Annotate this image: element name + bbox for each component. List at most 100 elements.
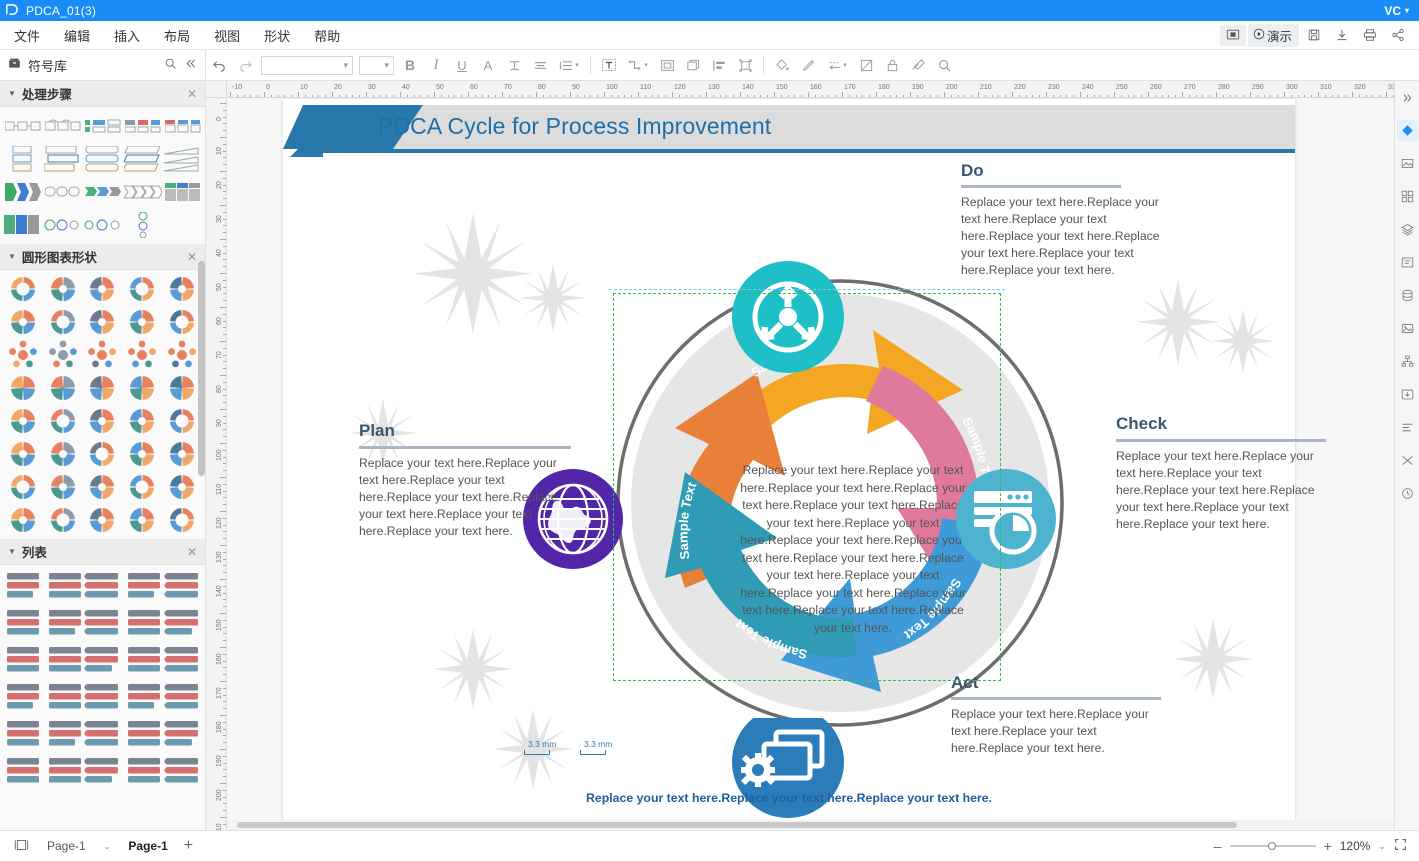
shape-thumb[interactable] xyxy=(163,309,201,335)
canvas-horizontal-scrollbar[interactable] xyxy=(227,820,1394,830)
shape-thumb[interactable] xyxy=(123,571,161,601)
shape-thumb[interactable] xyxy=(44,571,82,601)
shape-thumb[interactable] xyxy=(44,212,82,238)
text-box-icon[interactable] xyxy=(597,54,621,76)
shape-thumb[interactable] xyxy=(84,507,122,533)
section-lists-header[interactable]: ▼ 列表 ✕ xyxy=(0,539,205,565)
database-icon[interactable] xyxy=(1397,285,1418,306)
shape-thumb[interactable] xyxy=(84,309,122,335)
zoom-slider-knob[interactable] xyxy=(1267,842,1276,850)
notes-icon[interactable] xyxy=(1397,417,1418,438)
italic-icon[interactable]: I xyxy=(424,54,448,76)
container-icon[interactable] xyxy=(655,54,679,76)
shape-thumb[interactable] xyxy=(123,375,161,401)
redo-icon[interactable] xyxy=(233,54,257,76)
shape-thumb[interactable] xyxy=(4,276,42,302)
shape-thumb[interactable] xyxy=(84,276,122,302)
shape-thumb[interactable] xyxy=(4,756,42,786)
fill-icon[interactable] xyxy=(770,54,794,76)
shape-thumb[interactable] xyxy=(123,276,161,302)
export-icon[interactable] xyxy=(1397,384,1418,405)
shape-thumb[interactable] xyxy=(123,507,161,533)
frame-icon[interactable] xyxy=(1397,252,1418,273)
distribute-icon[interactable] xyxy=(707,54,731,76)
menu-insert[interactable]: 插入 xyxy=(104,23,150,48)
shape-thumb[interactable] xyxy=(84,408,122,434)
shape-thumb[interactable] xyxy=(84,682,122,712)
align-icon[interactable] xyxy=(528,54,552,76)
shape-thumb[interactable] xyxy=(124,179,162,205)
text-effect-icon[interactable] xyxy=(502,54,526,76)
shape-thumb[interactable] xyxy=(4,179,42,205)
shape-thumb[interactable] xyxy=(124,113,162,139)
shape-thumb[interactable] xyxy=(44,146,82,172)
menu-layout[interactable]: 布局 xyxy=(154,23,200,48)
shape-thumb[interactable] xyxy=(84,146,122,172)
font-size-select[interactable]: ▾ xyxy=(359,55,394,75)
shape-thumb[interactable] xyxy=(84,212,122,238)
chevron-down-icon[interactable]: ⌄ xyxy=(94,842,121,851)
image-icon[interactable] xyxy=(1397,318,1418,339)
shape-thumb[interactable] xyxy=(84,756,122,786)
symbol-library-panel[interactable]: ▼ 处理步骤 ✕ ▼ 圆形图表形状 ✕ ▼ 列表 ✕ xyxy=(0,81,206,830)
shape-thumb[interactable] xyxy=(124,212,162,238)
diamond-icon[interactable] xyxy=(1396,120,1418,141)
double-chevron-right-icon[interactable] xyxy=(1397,87,1418,108)
zoom-in-button[interactable]: + xyxy=(1324,838,1332,854)
shape-thumb[interactable] xyxy=(123,408,161,434)
canvas-area[interactable]: PDCA Cycle for Process Improvement S Sam… xyxy=(227,98,1394,830)
shuffle-icon[interactable] xyxy=(1397,450,1418,471)
shape-thumb[interactable] xyxy=(123,441,161,467)
picture-icon[interactable] xyxy=(1397,153,1418,174)
shape-thumb[interactable] xyxy=(163,756,201,786)
slideshow-icon[interactable] xyxy=(1219,24,1246,46)
panel-scrollbar[interactable] xyxy=(198,261,205,476)
shape-thumb[interactable] xyxy=(4,571,42,601)
shape-thumb[interactable] xyxy=(163,375,201,401)
tools-icon[interactable] xyxy=(906,54,930,76)
shape-thumb[interactable] xyxy=(4,474,42,500)
shape-thumb[interactable] xyxy=(4,441,42,467)
shape-thumb[interactable] xyxy=(44,179,82,205)
shape-thumb[interactable] xyxy=(4,340,42,368)
shape-thumb[interactable] xyxy=(44,756,82,786)
close-icon[interactable]: ✕ xyxy=(187,250,197,264)
shape-thumb[interactable] xyxy=(44,507,82,533)
section-circular-chart-shapes-header[interactable]: ▼ 圆形图表形状 ✕ xyxy=(0,244,205,270)
print-icon[interactable] xyxy=(1357,25,1383,46)
org-icon[interactable] xyxy=(1397,351,1418,372)
layers-icon[interactable] xyxy=(1397,219,1418,240)
shape-thumb[interactable] xyxy=(123,756,161,786)
shape-thumb[interactable] xyxy=(44,375,82,401)
shape-thumb[interactable] xyxy=(163,276,201,302)
menu-file[interactable]: 文件 xyxy=(4,23,50,48)
selection-bounds[interactable] xyxy=(613,293,1001,681)
shape-thumb[interactable] xyxy=(4,645,42,675)
history-icon[interactable] xyxy=(1397,483,1418,504)
shape-thumb[interactable] xyxy=(163,507,201,533)
shape-thumb[interactable] xyxy=(44,276,82,302)
pen-icon[interactable] xyxy=(796,54,820,76)
shape-thumb[interactable] xyxy=(163,408,201,434)
shape-thumb[interactable] xyxy=(44,608,82,638)
shape-thumb[interactable] xyxy=(44,441,82,467)
shape-thumb[interactable] xyxy=(84,645,122,675)
shape-thumb[interactable] xyxy=(84,179,122,205)
shape-thumb[interactable] xyxy=(44,113,82,139)
duplicate-icon[interactable] xyxy=(681,54,705,76)
shape-thumb[interactable] xyxy=(44,719,82,749)
add-page-button[interactable]: + xyxy=(176,837,201,855)
bold-icon[interactable]: B xyxy=(398,54,422,76)
shape-thumb[interactable] xyxy=(84,608,122,638)
connector-icon[interactable]: ▾ xyxy=(623,54,653,76)
search-icon[interactable] xyxy=(164,57,177,73)
shape-thumb[interactable] xyxy=(4,608,42,638)
vertical-ruler[interactable]: 0 10 20 30 40 50 60 70 80 90 100 110 120 130 140 150 160… xyxy=(206,98,227,830)
menu-view[interactable]: 视图 xyxy=(204,23,250,48)
fullscreen-icon[interactable] xyxy=(1394,838,1407,854)
shape-thumb[interactable] xyxy=(84,340,122,368)
zoom-icon[interactable] xyxy=(932,54,956,76)
shape-thumb[interactable] xyxy=(163,340,201,368)
shape-thumb[interactable] xyxy=(163,571,201,601)
save-icon[interactable] xyxy=(1301,25,1327,46)
